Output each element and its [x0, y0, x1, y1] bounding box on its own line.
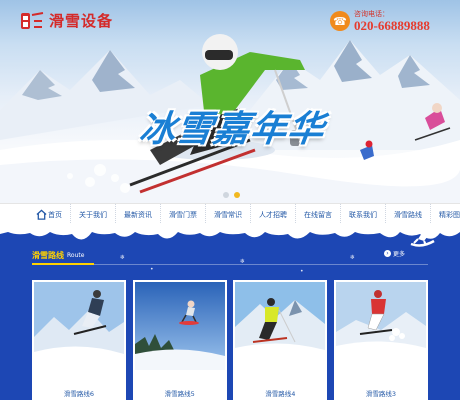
more-link-label: 更多 — [393, 251, 406, 258]
phone-icon: ☎ — [330, 11, 350, 31]
nav-item-label: 联系我们 — [349, 210, 377, 219]
slider-dot-1[interactable] — [223, 192, 229, 198]
nav-item-label: 首页 — [48, 210, 62, 219]
nav-item-tickets[interactable]: 滑雪门票 — [161, 204, 206, 225]
section-title: 滑雪路线 Route — [32, 250, 84, 261]
snowflake-icon: • — [150, 266, 154, 273]
hotline-number: 020-66889888 — [354, 18, 430, 33]
site-logo[interactable]: 滑雪设备 — [20, 10, 113, 31]
nav-item-label: 精彩图片 — [439, 210, 460, 219]
page: 滑雪设备 ☎ 咨询电话： 020-66889888 冰雪嘉年华 首页 关于我们 — [0, 0, 460, 400]
snow-edge-decoration — [32, 370, 126, 378]
hero-banner: 滑雪设备 ☎ 咨询电话： 020-66889888 冰雪嘉年华 — [0, 0, 460, 203]
nav-item-news[interactable]: 最新资讯 — [116, 204, 161, 225]
nav-item-gallery[interactable]: 精彩图片 — [431, 204, 460, 225]
nav-item-home[interactable]: 首页 — [28, 204, 71, 225]
hero-title: 冰雪嘉年华 — [136, 109, 328, 150]
route-card[interactable]: 滑雪路线4 — [233, 280, 328, 400]
snow-edge-decoration — [333, 370, 428, 378]
nav-item-about[interactable]: 关于我们 — [71, 204, 116, 225]
slider-dot-2[interactable] — [234, 192, 240, 198]
hotline: ☎ 咨询电话： 020-66889888 — [330, 10, 430, 32]
route-card-image[interactable] — [335, 282, 426, 370]
home-icon — [36, 209, 47, 220]
snow-edge-decoration — [233, 370, 328, 378]
nav-item-label: 人才招聘 — [259, 210, 287, 219]
arrow-right-icon: › — [384, 250, 391, 257]
route-card[interactable]: 滑雪路线6 — [32, 280, 126, 400]
site-logo-text: 滑雪设备 — [49, 12, 114, 30]
nav-item-label: 滑雪门票 — [169, 210, 197, 219]
section-title-en: Route — [67, 252, 85, 259]
nav-item-label: 在线留言 — [304, 210, 332, 219]
ski-lift-logo-icon — [21, 11, 44, 29]
snowflake-icon: ❄ — [120, 254, 126, 261]
route-card-caption[interactable]: 滑雪路线6 — [32, 388, 126, 398]
nav-item-routes[interactable]: 滑雪路线 — [386, 204, 431, 225]
snow-edge-decoration — [132, 370, 227, 378]
routes-section: ❄ • ❄ • ❄ 滑雪路线 Route › 更多 滑雪路线6 滑雪路线5 滑雪… — [0, 224, 460, 400]
snowflake-icon: • — [300, 268, 304, 275]
snowboarder-icon — [410, 227, 435, 247]
section-divider-accent — [32, 263, 94, 265]
section-title-cn: 滑雪路线 — [32, 251, 64, 260]
route-card[interactable]: 滑雪路线5 — [132, 280, 227, 400]
nav-item-jobs[interactable]: 人才招聘 — [251, 204, 296, 225]
route-card-image[interactable] — [34, 282, 124, 370]
nav-item-message[interactable]: 在线留言 — [296, 204, 341, 225]
main-nav: 首页 关于我们 最新资讯 滑雪门票 滑雪常识 人才招聘 在线留言 联系我们 滑雪… — [0, 203, 460, 225]
nav-item-label: 滑雪常识 — [214, 210, 242, 219]
nav-item-knowledge[interactable]: 滑雪常识 — [206, 204, 251, 225]
route-card-caption[interactable]: 滑雪路线3 — [334, 388, 428, 398]
slider-dots — [223, 192, 240, 198]
route-card-caption[interactable]: 滑雪路线5 — [133, 388, 227, 398]
route-card[interactable]: 滑雪路线3 — [333, 280, 428, 400]
nav-item-label: 最新资讯 — [124, 210, 152, 219]
nav-item-contact[interactable]: 联系我们 — [341, 204, 386, 225]
route-card-caption[interactable]: 滑雪路线4 — [233, 388, 327, 398]
route-cards: 滑雪路线6 滑雪路线5 滑雪路线4 滑雪路线3 — [32, 280, 428, 400]
more-link[interactable]: › 更多 — [384, 249, 405, 258]
snowflake-icon: ❄ — [350, 254, 356, 261]
nav-item-label: 滑雪路线 — [394, 210, 422, 219]
nav-item-label: 关于我们 — [79, 210, 107, 219]
route-card-image[interactable] — [134, 282, 225, 370]
route-card-image[interactable] — [235, 282, 326, 370]
